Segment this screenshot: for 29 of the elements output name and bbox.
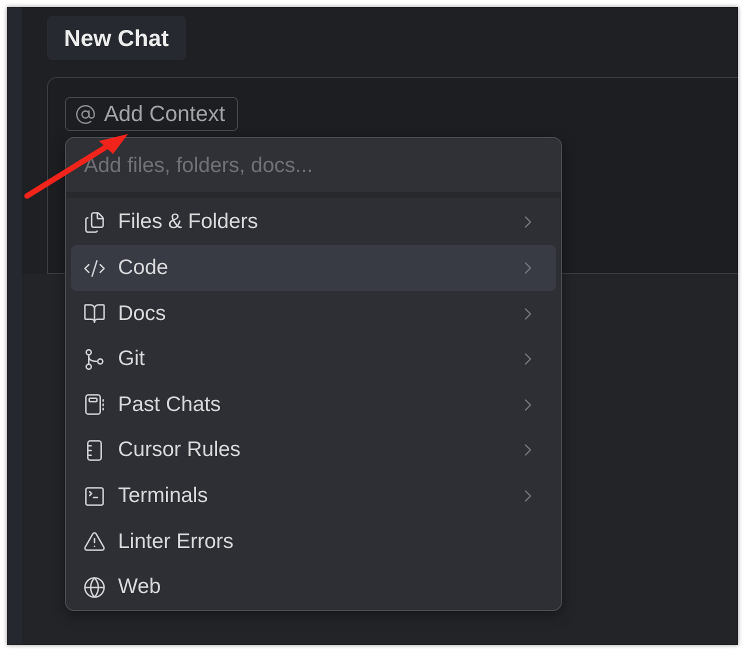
menu-item-label: Docs [118,302,167,326]
menu-item[interactable]: Cursor Rules [71,428,556,474]
copy-icon [83,210,106,234]
terminal-icon [83,484,106,508]
add-context-button[interactable]: Add Context [65,97,238,131]
menu-item[interactable]: Terminals [71,473,556,519]
menu-item-label: Code [118,256,170,280]
branch-icon [83,348,106,371]
book-icon [83,302,106,326]
menu-item-label: Linter Errors [118,530,235,554]
warning-icon [83,530,106,554]
menu-item-label: Cursor Rules [118,438,242,462]
menu-item[interactable]: Past Chats [71,382,556,428]
menu-item[interactable]: Web [71,564,556,610]
notebook-icon [83,393,106,416]
menu-item[interactable]: Git [71,336,556,382]
menu-item-label: Past Chats [118,392,222,417]
globe-icon [83,576,106,599]
menu-item-label: Git [118,347,146,372]
chat-tab[interactable]: New Chat [47,16,186,60]
menu-item-label: Terminals [118,484,209,508]
menu-item[interactable]: Code [71,245,556,291]
menu-item[interactable]: Linter Errors [71,518,556,564]
at-sign-icon [75,104,96,124]
search-field[interactable]: Add files, folders, docs... [66,138,561,192]
menu-item-label: Web [118,575,162,600]
menu-item-label: Files & Folders [118,210,260,234]
menu-item[interactable]: Files & Folders [71,200,556,246]
menu-item[interactable]: Docs [71,290,556,336]
